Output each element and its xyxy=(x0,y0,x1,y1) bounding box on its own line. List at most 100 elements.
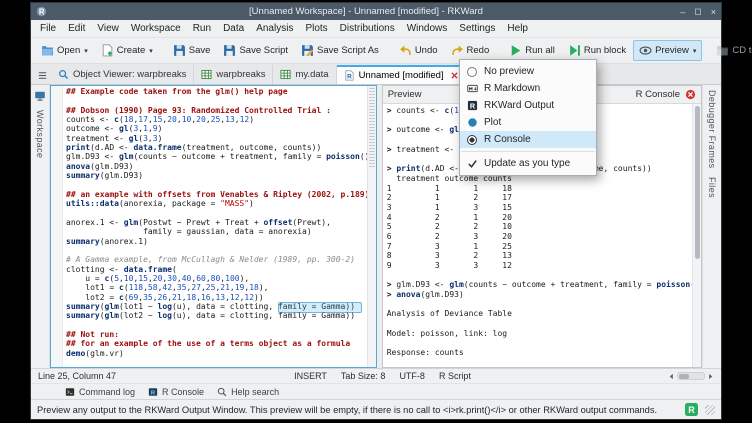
tab-object-viewer-warpbreaks[interactable]: Object Viewer: warpbreaks xyxy=(51,65,194,84)
code-line[interactable]: summary(glm(lot1 ~ log(u), data = clotti… xyxy=(66,302,367,311)
code-line[interactable]: ## for an example of the use of a terms … xyxy=(66,339,367,348)
sidebar-tab-debugger-frames[interactable]: Debugger Frames xyxy=(707,90,717,169)
menu-file[interactable]: File xyxy=(34,22,62,35)
menu-edit[interactable]: Edit xyxy=(62,22,91,35)
workspace-icon xyxy=(34,90,46,102)
code-line[interactable]: family = gaussian, data = anorexia) xyxy=(66,227,367,236)
code-line[interactable]: u = c(5,10,15,20,30,40,60,80,100), xyxy=(66,274,367,283)
code-line[interactable]: print(d.AD <- data.frame(treatment, outc… xyxy=(66,143,367,152)
preview-menu-item-rkward-output[interactable]: RRKWard Output xyxy=(460,97,596,114)
close-button[interactable]: × xyxy=(711,7,716,17)
toolbar-button-preview[interactable]: Preview xyxy=(633,40,702,61)
code-line[interactable]: ## Not run: xyxy=(66,330,367,339)
menu-help[interactable]: Help xyxy=(501,22,534,35)
code-line[interactable] xyxy=(66,358,367,367)
code-line[interactable]: ## Example code taken from the glm() hel… xyxy=(66,87,367,96)
toolbar-button-create[interactable]: Create xyxy=(95,40,159,61)
tab-unnamed-modified[interactable]: RUnnamed [modified] xyxy=(337,65,467,84)
input-mode[interactable]: INSERT xyxy=(294,371,327,381)
console-line xyxy=(387,358,692,367)
preview-menu-item-r-markdown[interactable]: R Markdown xyxy=(460,80,596,97)
code-line[interactable]: summary(anorex.1) xyxy=(66,237,367,246)
toolbar-button-cd-to-script-directory[interactable]: CD to script directory xyxy=(710,40,752,61)
tab-close-icon[interactable] xyxy=(450,71,459,80)
toolbar-button-run-block[interactable]: Run block xyxy=(562,40,632,61)
preview-menu-item-no-preview[interactable]: No preview xyxy=(460,63,596,80)
scroll-left-icon[interactable] xyxy=(668,373,675,380)
menu-run[interactable]: Run xyxy=(187,22,217,35)
r-script-icon: R xyxy=(344,70,355,81)
toolbar-button-open[interactable]: Open xyxy=(35,40,94,61)
maximize-button[interactable]: ◻ xyxy=(694,6,701,17)
redo-icon xyxy=(451,44,464,57)
code-line[interactable] xyxy=(66,180,367,189)
resize-grip[interactable] xyxy=(705,405,715,415)
console-horizontal-scrollbar[interactable] xyxy=(668,372,714,380)
tab-my-data[interactable]: my.data xyxy=(273,65,336,84)
bottom-dock-bar: Command log RR Console Help search xyxy=(31,383,721,399)
menu-settings[interactable]: Settings xyxy=(453,22,501,35)
minimize-button[interactable]: – xyxy=(680,7,685,17)
code-line[interactable]: clotting <- data.frame( xyxy=(66,265,367,274)
code-line[interactable]: summary(glm.D93) xyxy=(66,171,367,180)
console-line: 5 2 2 10 xyxy=(387,222,692,232)
r-engine-status-badge[interactable]: R xyxy=(685,403,698,416)
filetype[interactable]: R Script xyxy=(439,371,471,381)
sidebar-tab-files[interactable]: Files xyxy=(707,177,717,198)
code-line[interactable]: lot2 = c(69,35,26,21,18,16,13,12,12)) xyxy=(66,293,367,302)
toolbar-button-undo[interactable]: Undo xyxy=(393,40,444,61)
sidebar-tab-workspace[interactable]: Workspace xyxy=(35,110,45,158)
scroll-right-icon[interactable] xyxy=(707,373,714,380)
toolbar-button-save-script[interactable]: Save Script xyxy=(217,40,294,61)
code-line[interactable]: lot1 = c(118,58,42,35,27,25,21,19,18), xyxy=(66,283,367,292)
menu-workspace[interactable]: Workspace xyxy=(125,22,187,35)
code-line[interactable] xyxy=(66,321,367,330)
dock-tool-help-search[interactable]: Help search xyxy=(217,387,279,397)
code-line[interactable]: # A Gamma example, from McCullagh & Neld… xyxy=(66,255,367,264)
code-line[interactable]: utils::data(anorexia, package = "MASS") xyxy=(66,199,367,208)
code-line[interactable]: summary(glm(lot2 ~ log(u), data = clotti… xyxy=(66,311,367,320)
preview-menu-item-r-console[interactable]: R Console xyxy=(460,131,596,148)
code-line[interactable]: outcome <- gl(3,1,9) xyxy=(66,124,367,133)
code-line[interactable]: glm.D93 <- glm(counts ~ outcome + treatm… xyxy=(66,152,367,161)
code-line[interactable]: treatment <- gl(3,3) xyxy=(66,134,367,143)
code-line[interactable]: demo(glm.vr) xyxy=(66,349,367,358)
tab-list-icon[interactable] xyxy=(33,66,51,84)
dock-tool-command-log[interactable]: Command log xyxy=(65,387,135,397)
preview-menu-item-update-as-you-type[interactable]: Update as you type xyxy=(460,155,596,172)
tab-warpbreaks[interactable]: warpbreaks xyxy=(194,65,273,84)
menu-view[interactable]: View xyxy=(91,22,125,35)
menu-windows[interactable]: Windows xyxy=(401,22,454,35)
code-line[interactable] xyxy=(66,246,367,255)
menu-distributions[interactable]: Distributions xyxy=(334,22,401,35)
svg-text:R: R xyxy=(347,74,352,81)
editor-text-area[interactable]: ## Example code taken from the glm() hel… xyxy=(63,86,367,367)
titlebar[interactable]: R [Unnamed Workspace] - Unnamed [modifie… xyxy=(31,3,721,20)
close-preview-icon[interactable] xyxy=(685,89,696,100)
tab-size[interactable]: Tab Size: 8 xyxy=(341,371,386,381)
toolbar-button-label: Run block xyxy=(584,45,626,56)
code-line[interactable]: counts <- c(18,17,15,20,10,20,25,13,12) xyxy=(66,115,367,124)
cursor-position[interactable]: Line 25, Column 47 xyxy=(38,371,116,381)
console-scrollbar[interactable] xyxy=(692,104,701,367)
code-line[interactable] xyxy=(66,96,367,105)
code-line[interactable]: ## Dobson (1990) Page 93: Randomized Con… xyxy=(66,106,367,115)
toolbar-button-save-script-as[interactable]: Save Script As xyxy=(295,40,385,61)
encoding[interactable]: UTF-8 xyxy=(399,371,425,381)
dock-tool-r-console[interactable]: RR Console xyxy=(148,387,204,397)
script-editor[interactable]: ## Example code taken from the glm() hel… xyxy=(50,85,377,368)
preview-menu-item-plot[interactable]: Plot xyxy=(460,114,596,131)
menu-data[interactable]: Data xyxy=(217,22,250,35)
editor-scrollbar[interactable] xyxy=(367,86,376,367)
code-line[interactable]: ## an example with offsets from Venables… xyxy=(66,190,367,199)
toolbar-button-run-all[interactable]: Run all xyxy=(503,40,561,61)
menu-analysis[interactable]: Analysis xyxy=(250,22,299,35)
code-line[interactable] xyxy=(66,208,367,217)
toolbar-button-save[interactable]: Save xyxy=(167,40,217,61)
code-line[interactable]: anova(glm.D93) xyxy=(66,162,367,171)
menu-plots[interactable]: Plots xyxy=(299,22,333,35)
code-line[interactable]: anorex.1 <- glm(Postwt ~ Prewt + Treat +… xyxy=(66,218,367,227)
dock-tool-label: Help search xyxy=(231,387,279,397)
console-scrollbar-thumb[interactable] xyxy=(695,106,700,259)
toolbar-button-redo[interactable]: Redo xyxy=(445,40,496,61)
